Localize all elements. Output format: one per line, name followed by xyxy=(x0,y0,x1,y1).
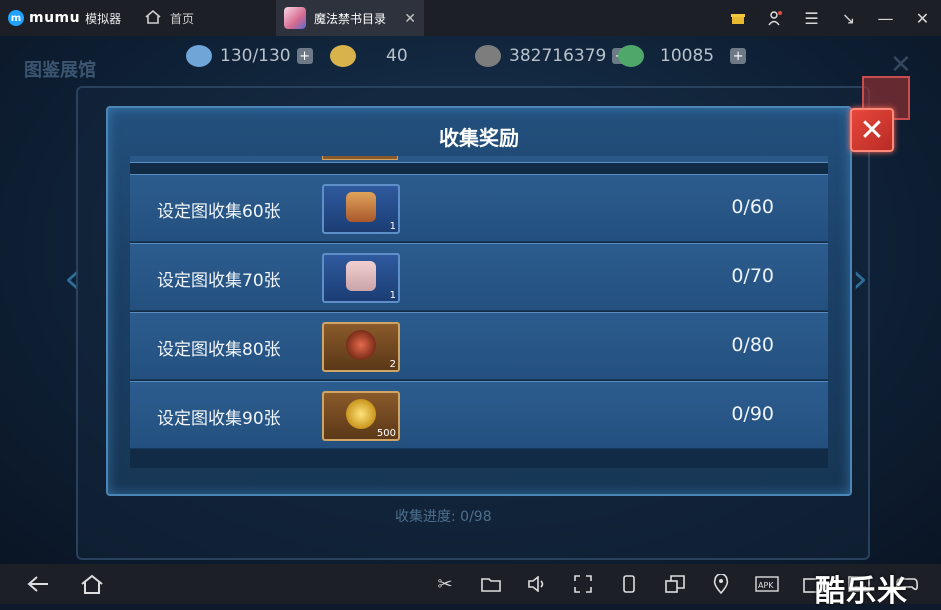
tab-home[interactable]: 首页 xyxy=(136,0,284,36)
tab-close-icon[interactable]: ✕ xyxy=(404,11,416,27)
list-item: 设定图收集90张 500 0/90 xyxy=(130,381,828,449)
game-viewport[interactable]: 130/130 + 40 382716379 + 10085 + 图鉴展馆 ✕ … xyxy=(0,36,941,564)
reward-label: 设定图收集90张 xyxy=(157,409,281,429)
restore-icon[interactable]: ↘ xyxy=(830,0,867,36)
reward-item-button[interactable]: 500 xyxy=(322,391,400,441)
add-stamina-button[interactable]: + xyxy=(296,48,313,64)
silver-chest-icon xyxy=(346,261,376,291)
modal-close-button[interactable]: ✕ xyxy=(850,108,894,152)
resource-bag-value: 40 xyxy=(386,46,408,66)
reward-progress: 0/90 xyxy=(731,403,774,425)
reward-label: 设定图收集80张 xyxy=(157,340,281,360)
reward-qty: 1 xyxy=(389,290,396,301)
gift-icon[interactable] xyxy=(719,0,756,36)
tab-game[interactable]: 魔法禁书目录 ✕ xyxy=(276,0,424,36)
reward-progress: 0/70 xyxy=(731,265,774,287)
folder-icon[interactable] xyxy=(479,572,503,596)
coin-icon xyxy=(475,45,501,67)
reward-item-button[interactable]: 1 xyxy=(322,184,400,234)
close-icon: ✕ xyxy=(859,112,885,148)
reward-item-button[interactable]: 2 xyxy=(322,322,400,372)
gem-icon xyxy=(618,45,644,67)
volume-icon[interactable] xyxy=(525,572,549,596)
resource-bag: 40 xyxy=(330,44,408,68)
home-icon[interactable] xyxy=(80,572,104,596)
user-icon[interactable] xyxy=(756,0,793,36)
resource-coin: 382716379 + xyxy=(475,44,629,68)
reward-qty: 2 xyxy=(389,359,396,370)
minimize-icon[interactable]: — xyxy=(867,0,904,36)
next-arrow-icon[interactable]: › xyxy=(852,256,868,302)
resource-gem-value: 10085 xyxy=(660,46,715,66)
modal-title: 收集奖励 xyxy=(439,126,519,150)
list-item: 设定图收集70张 1 0/70 xyxy=(130,243,828,311)
multiwindow-icon[interactable] xyxy=(663,572,687,596)
game-thumbnail-icon xyxy=(284,7,306,29)
add-gem-button[interactable]: + xyxy=(730,48,747,64)
resource-coin-value: 382716379 xyxy=(509,46,607,66)
food-platter-icon xyxy=(346,330,376,360)
gold-coin-icon xyxy=(346,399,376,429)
list-item: 设定图收集60张 1 0/60 xyxy=(130,174,828,242)
reward-item-partial xyxy=(322,156,398,160)
menu-icon[interactable]: ☰ xyxy=(793,0,830,36)
reward-list[interactable]: 设定图收集60张 1 0/60 设定图收集70张 1 0/70 设定图收集80张 xyxy=(130,156,828,468)
home-icon xyxy=(144,9,162,28)
list-item-partial xyxy=(130,156,828,163)
mumu-logo-icon: m xyxy=(8,10,24,26)
brain-icon xyxy=(186,45,212,67)
app-logo: m mumu 模拟器 xyxy=(8,8,121,28)
reward-qty: 1 xyxy=(389,221,396,232)
background-page-title: 图鉴展馆 xyxy=(24,60,96,81)
resource-stamina-value: 130/130 xyxy=(220,46,291,66)
close-icon[interactable]: ✕ xyxy=(904,0,941,36)
tab-home-label: 首页 xyxy=(170,11,195,26)
treasure-chest-icon xyxy=(346,192,376,222)
app-brand-sub: 模拟器 xyxy=(85,11,122,26)
rotate-icon[interactable] xyxy=(617,572,641,596)
emulator-toolbar: ✂ APK xyxy=(0,564,941,604)
reward-progress: 0/80 xyxy=(731,334,774,356)
window-titlebar: m mumu 模拟器 首页 魔法禁书目录 ✕ ☰ ↘ — ✕ xyxy=(0,0,941,36)
collection-progress: 收集进度: 0/98 xyxy=(395,509,492,525)
bag-icon xyxy=(330,45,356,67)
reward-progress: 0/60 xyxy=(731,196,774,218)
prev-arrow-icon[interactable]: ‹ xyxy=(64,256,80,302)
app-brand: mumu xyxy=(29,10,81,26)
reward-item-button[interactable]: 1 xyxy=(322,253,400,303)
reward-qty: 500 xyxy=(376,428,396,439)
watermark-logo: 酷乐米 xyxy=(815,574,908,609)
scissors-icon[interactable]: ✂ xyxy=(433,572,457,596)
reward-modal: 收集奖励 ✕ 设定图收集60张 1 0/60 设定图收集70张 1 0/70 设… xyxy=(106,106,894,496)
tab-game-label: 魔法禁书目录 xyxy=(314,11,387,26)
back-icon[interactable] xyxy=(26,572,50,596)
resource-hud: 130/130 + 40 382716379 + 10085 + xyxy=(0,40,941,72)
resource-gem: 10085 + xyxy=(618,44,747,68)
reward-label: 设定图收集70张 xyxy=(157,271,281,291)
svg-text:APK: APK xyxy=(758,581,774,590)
resource-stamina: 130/130 + xyxy=(186,44,313,68)
list-item: 设定图收集80张 2 0/80 xyxy=(130,312,828,380)
apk-icon[interactable]: APK xyxy=(755,572,779,596)
fullscreen-icon[interactable] xyxy=(571,572,595,596)
reward-label: 设定图收集60张 xyxy=(157,202,281,222)
location-icon[interactable] xyxy=(709,572,733,596)
